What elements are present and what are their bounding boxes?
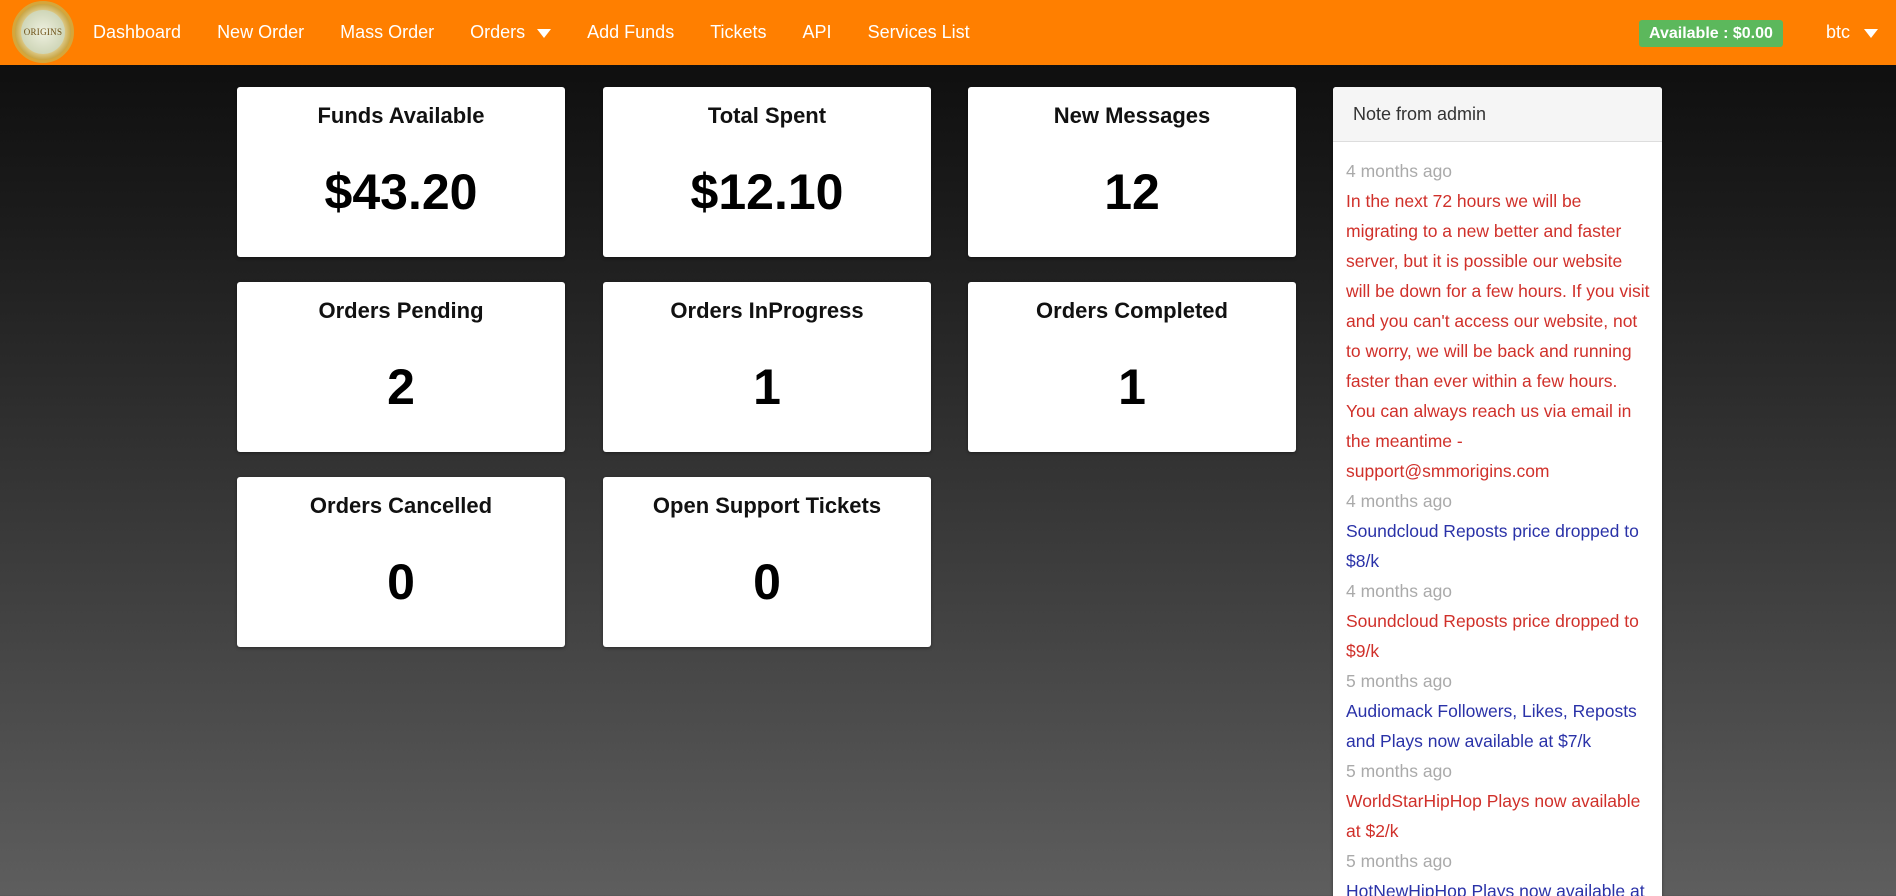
note-timestamp: 5 months ago (1346, 761, 1453, 781)
nav-mass-order-label: Mass Order (340, 22, 435, 42)
stat-card-open-support-tickets: Open Support Tickets 0 (603, 477, 931, 647)
nav-add-funds-label: Add Funds (587, 22, 675, 42)
stat-card-value: 12 (1104, 164, 1160, 220)
nav-services-list-label: Services List (867, 22, 970, 42)
stat-card-orders-cancelled: Orders Cancelled 0 (237, 477, 565, 647)
stat-card-title: Orders Pending (318, 298, 484, 323)
nav-orders-dropdown[interactable]: Orders (452, 0, 569, 65)
top-navbar: ORIGINS Dashboard New Order Mass Order O… (0, 0, 1896, 65)
brand-logo-text: ORIGINS (21, 10, 65, 54)
nav-dashboard-label: Dashboard (93, 22, 182, 42)
stat-card-value: 1 (753, 359, 781, 415)
brand-logo[interactable]: ORIGINS (12, 1, 74, 63)
admin-note-body[interactable]: 4 months ago In the next 72 hours we wil… (1333, 142, 1662, 896)
chevron-down-icon (537, 29, 552, 38)
stat-card-value: 2 (387, 359, 415, 415)
note-timestamp: 5 months ago (1346, 671, 1453, 691)
nav-new-order[interactable]: New Order (199, 0, 322, 65)
stat-card-funds-available: Funds Available $43.20 (237, 87, 565, 257)
stat-card-new-messages: New Messages 12 (968, 87, 1296, 257)
nav-tickets[interactable]: Tickets (692, 0, 784, 65)
note-message: WorldStarHipHop Plays now available at $… (1346, 791, 1641, 841)
nav-add-funds[interactable]: Add Funds (569, 0, 692, 65)
balance-badge[interactable]: Available : $0.00 (1639, 20, 1783, 47)
stat-card-value: 0 (387, 554, 415, 610)
admin-note-panel: Note from admin 4 months ago In the next… (1333, 87, 1662, 896)
currency-dropdown[interactable]: btc (1826, 0, 1879, 65)
stat-card-title: Orders Completed (1036, 298, 1228, 323)
stat-card-orders-pending: Orders Pending 2 (237, 282, 565, 452)
stat-card-value: $43.20 (324, 164, 478, 220)
stat-card-title: Total Spent (707, 103, 827, 128)
note-timestamp: 4 months ago (1346, 491, 1453, 511)
admin-note-header: Note from admin (1333, 87, 1662, 142)
nav-links: Dashboard New Order Mass Order Orders Ad… (75, 0, 988, 65)
nav-api-label: API (802, 22, 832, 42)
stat-card-orders-completed: Orders Completed 1 (968, 282, 1296, 452)
stat-card-title: Open Support Tickets (652, 493, 882, 518)
nav-orders-label: Orders (470, 22, 526, 42)
nav-mass-order[interactable]: Mass Order (322, 0, 452, 65)
nav-tickets-label: Tickets (710, 22, 767, 42)
nav-services-list[interactable]: Services List (850, 0, 988, 65)
stat-card-orders-inprogress: Orders InProgress 1 (603, 282, 931, 452)
stat-card-title: Orders Cancelled (309, 493, 493, 518)
stat-card-title: Funds Available (317, 103, 485, 128)
nav-api[interactable]: API (785, 0, 850, 65)
stat-card-value: 0 (753, 554, 781, 610)
stat-card-title: Orders InProgress (670, 298, 864, 323)
note-timestamp: 5 months ago (1346, 851, 1453, 871)
stat-card-value: $12.10 (690, 164, 844, 220)
chevron-down-icon (1864, 29, 1879, 38)
currency-label: btc (1826, 22, 1851, 42)
note-timestamp: 4 months ago (1346, 161, 1453, 181)
stat-card-total-spent: Total Spent $12.10 (603, 87, 931, 257)
note-message: HotNewHipHop Plays now available at (1346, 881, 1645, 896)
stat-card-value: 1 (1118, 359, 1146, 415)
nav-dashboard[interactable]: Dashboard (75, 0, 199, 65)
stat-card-title: New Messages (1053, 103, 1211, 128)
note-message: Soundcloud Reposts price dropped to $8/k (1346, 521, 1639, 571)
note-message: Soundcloud Reposts price dropped to $9/k (1346, 611, 1639, 661)
note-message: Audiomack Followers, Likes, Reposts and … (1346, 701, 1637, 751)
note-message: In the next 72 hours we will be migratin… (1346, 191, 1650, 481)
nav-new-order-label: New Order (217, 22, 305, 42)
note-timestamp: 4 months ago (1346, 581, 1453, 601)
